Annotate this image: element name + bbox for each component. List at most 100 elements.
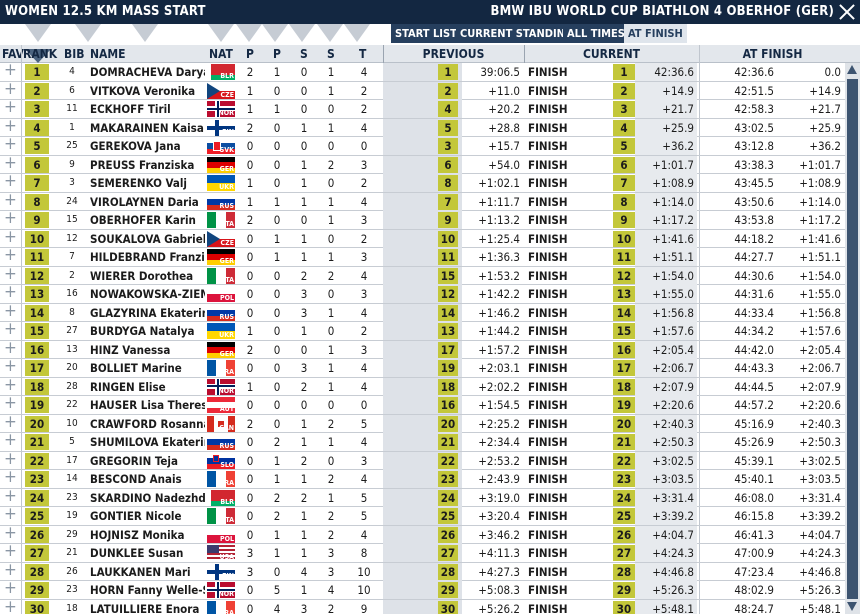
athlete-name[interactable]: HILDEBRAND Franziska	[90, 250, 205, 264]
header-standing-2[interactable]: S	[327, 47, 335, 61]
table-row[interactable]: +27 21 DUNKLEE Susan USA 3 1 1 3 8 27 +4:11.3 FINIS…	[0, 542, 845, 563]
athlete-name[interactable]: BESCOND Anais	[90, 472, 205, 486]
header-standing-1[interactable]: S	[300, 47, 308, 61]
plus-icon[interactable]: +	[4, 63, 17, 79]
athlete-name[interactable]: ECKHOFF Tiril	[90, 102, 205, 116]
plus-icon[interactable]: +	[4, 357, 17, 375]
plus-icon[interactable]: +	[4, 154, 17, 172]
table-row[interactable]: +19 22 HAUSER Lisa Theresa AUT 0 0 0 0 0 16 +1:54.…	[0, 394, 845, 415]
plus-icon[interactable]: +	[4, 598, 17, 614]
athlete-name[interactable]: HINZ Vanessa	[90, 343, 205, 357]
table-row[interactable]: +23 14 BESCOND Anais FRA 0 1 1 2 4 23 +2:43.9 FINIS…	[0, 468, 845, 489]
plus-icon[interactable]: +	[4, 191, 17, 209]
sort-triangle-icon[interactable]	[25, 24, 51, 42]
all-times-button[interactable]: ALL TIMES	[563, 24, 629, 43]
plus-icon[interactable]: +	[4, 431, 17, 449]
sort-triangle-icon[interactable]	[289, 24, 315, 42]
plus-icon[interactable]: +	[4, 542, 17, 560]
athlete-name[interactable]: DUNKLEE Susan	[90, 546, 205, 560]
athlete-name[interactable]: LAUKKANEN Mari	[90, 565, 205, 579]
table-row[interactable]: +18 28 RINGEN Elise NOR 1 0 2 1 4 18 +2:02.2 FINISH…	[0, 376, 845, 396]
sort-triangle-icon[interactable]	[317, 24, 343, 42]
athlete-name[interactable]: GEREKOVA Jana	[90, 139, 205, 153]
header-nat[interactable]: NAT	[209, 47, 233, 61]
athlete-name[interactable]: HOJNISZ Monika	[90, 528, 205, 542]
plus-icon[interactable]: +	[4, 209, 17, 227]
plus-icon[interactable]: +	[4, 98, 17, 116]
athlete-name[interactable]: GONTIER Nicole	[90, 509, 205, 523]
plus-icon[interactable]: +	[4, 117, 17, 135]
table-row[interactable]: +8 24 VIROLAYNEN Daria RUS 1 1 1 1 4 7 +1:11.7 FINI…	[0, 191, 845, 211]
sort-triangle-icon[interactable]	[344, 24, 370, 42]
table-row[interactable]: +6 9 PREUSS Franziska GER 0 0 1 2 3 6 +54.0 FINISH 6…	[0, 154, 845, 174]
athlete-name[interactable]: SEMERENKO Valj	[90, 176, 205, 190]
plus-icon[interactable]: +	[4, 302, 17, 320]
sort-triangle-icon[interactable]	[75, 24, 101, 42]
plus-icon[interactable]: +	[4, 80, 17, 98]
plus-icon[interactable]: +	[4, 450, 17, 468]
plus-icon[interactable]: +	[4, 228, 17, 246]
plus-icon[interactable]: +	[4, 413, 17, 431]
table-row[interactable]: +117HILDEBRAND FranziskaGER0111311+1:36.…	[0, 246, 845, 267]
athlete-name[interactable]: VIROLAYNEN Daria	[90, 195, 205, 209]
athlete-name[interactable]: WIERER Dorothea	[90, 269, 205, 283]
scroll-up-icon[interactable]	[847, 65, 857, 74]
sort-triangle-icon[interactable]	[132, 24, 158, 42]
sort-triangle-icon[interactable]	[208, 24, 234, 42]
table-row[interactable]: +28 26 LAUKKANEN Mari FIN 3 0 4 3 10 28 +4:27.3 FIN…	[0, 561, 845, 581]
header-rank[interactable]: RANK	[23, 47, 57, 61]
athlete-name[interactable]: DOMRACHEVA Darya	[90, 65, 205, 79]
close-icon[interactable]	[837, 2, 857, 22]
athlete-name[interactable]: OBERHOFER Karin	[90, 213, 205, 227]
plus-icon[interactable]: +	[4, 561, 17, 579]
plus-icon[interactable]: +	[4, 394, 17, 412]
athlete-name[interactable]: HAUSER Lisa Theresa	[90, 398, 205, 412]
plus-icon[interactable]: +	[4, 320, 17, 338]
header-at-finish[interactable]: AT FINISH	[700, 47, 845, 61]
athlete-name[interactable]: GLAZYRINA Ekaterina	[90, 306, 205, 320]
current-standing-button[interactable]: CURRENT STANDING	[456, 24, 578, 43]
athlete-name[interactable]: RINGEN Elise	[90, 380, 205, 394]
table-row[interactable]: +22 17 GREGORIN Teja SLO 0 1 2 0 3 22 +2:53.2 FINIS…	[0, 450, 845, 470]
plus-icon[interactable]: +	[4, 487, 17, 505]
table-row[interactable]: +2 6 VITKOVA Veronika CZE 1 0 0 1 2 2 +11.0 FINISH 2…	[0, 80, 845, 100]
table-row[interactable]: +3 11 ECKHOFF Tiril NOR 1 1 0 0 2 4 +20.2 FINISH 3 +2…	[0, 98, 845, 119]
plus-icon[interactable]: +	[4, 135, 17, 153]
table-row[interactable]: +20 10 CRAWFORD Rosanna CAN 2 0 1 2 5 20 +2:25.2 FI…	[0, 413, 845, 433]
plus-icon[interactable]: +	[4, 265, 17, 283]
plus-icon[interactable]: +	[4, 376, 17, 394]
athlete-name[interactable]: CRAWFORD Rosanna	[90, 417, 205, 431]
scroll-thumb[interactable]	[847, 79, 858, 599]
table-row[interactable]: +7 3 SEMERENKO Valj UKR 1 0 1 0 2 8 +1:02.1 FINISH 7…	[0, 172, 845, 193]
plus-icon[interactable]: +	[4, 505, 17, 523]
plus-icon[interactable]: +	[4, 579, 17, 597]
table-row[interactable]: +24 23 SKARDINO Nadezhda BLR 0 2 2 1 5 24 +3:19.0 F…	[0, 487, 845, 507]
table-row[interactable]: +30 18 LATUILLIERE Enora FRA 0 4 3 2 9 30 +5:26.2 F…	[0, 598, 845, 614]
plus-icon[interactable]: +	[4, 339, 17, 357]
table-row[interactable]: +215SHUMILOVA EkaterinaRUS0211421+2:34.4…	[0, 431, 845, 452]
table-row[interactable]: +1 4 DOMRACHEVA Darya BLR 2 1 0 1 4 1 39:06.5 FINIS…	[0, 63, 845, 82]
table-row[interactable]: +26 29 HOJNISZ Monika POL 0 1 1 2 4 26 +3:46.2 FINI…	[0, 524, 845, 544]
plus-icon[interactable]: +	[4, 172, 17, 190]
table-row[interactable]: +14 8 GLAZYRINA Ekaterina RUS 0 0 3 1 4 14 +1:46.2…	[0, 302, 845, 322]
table-row[interactable]: +4 1 MAKARAINEN Kaisa FIN 2 0 1 1 4 5 +28.8 FINISH 4…	[0, 117, 845, 137]
athlete-name[interactable]: BOLLIET Marine	[90, 361, 205, 375]
athlete-name[interactable]: PREUSS Franziska	[90, 158, 205, 172]
header-bib[interactable]: BIB	[64, 47, 84, 61]
table-row[interactable]: +10 12 SOUKALOVA Gabriela CZE 0 1 1 0 2 10 +1:25.4…	[0, 228, 845, 248]
table-row[interactable]: +16 13 HINZ Vanessa GER 2 0 0 1 3 17 +1:57.2 FINISH…	[0, 339, 845, 359]
table-row[interactable]: +12 2 WIERER Dorothea ITA 0 0 2 2 4 15 +1:53.2 FINI…	[0, 265, 845, 285]
header-prone-2[interactable]: P	[273, 47, 281, 61]
athlete-name[interactable]: SHUMILOVA Ekaterina	[90, 435, 205, 449]
header-total[interactable]: T	[359, 47, 366, 61]
table-row[interactable]: +5 25 GEREKOVA Jana SVK 0 0 0 0 0 3 +15.7 FINISH 5 +3…	[0, 135, 845, 156]
table-row[interactable]: +17 20 BOLLIET Marine FRA 0 0 3 1 4 19 +2:03.1 FINI…	[0, 357, 845, 378]
table-row[interactable]: +13 16 NOWAKOWSKA-ZIEMNIAK Weronika POL 0 0 3 0…	[0, 283, 845, 304]
plus-icon[interactable]: +	[4, 468, 17, 486]
athlete-name[interactable]: SOUKALOVA Gabriela	[90, 232, 205, 246]
athlete-name[interactable]: HORN Fanny Welle-Strand	[90, 583, 205, 597]
athlete-name[interactable]: LATUILLIERE Enora	[90, 602, 205, 614]
scroll-down-icon[interactable]	[847, 602, 857, 611]
table-row[interactable]: +29 23 HORN Fanny Welle-Strand NOR 0 5 1 4 10 29 +…	[0, 579, 845, 600]
plus-icon[interactable]: +	[4, 283, 17, 301]
